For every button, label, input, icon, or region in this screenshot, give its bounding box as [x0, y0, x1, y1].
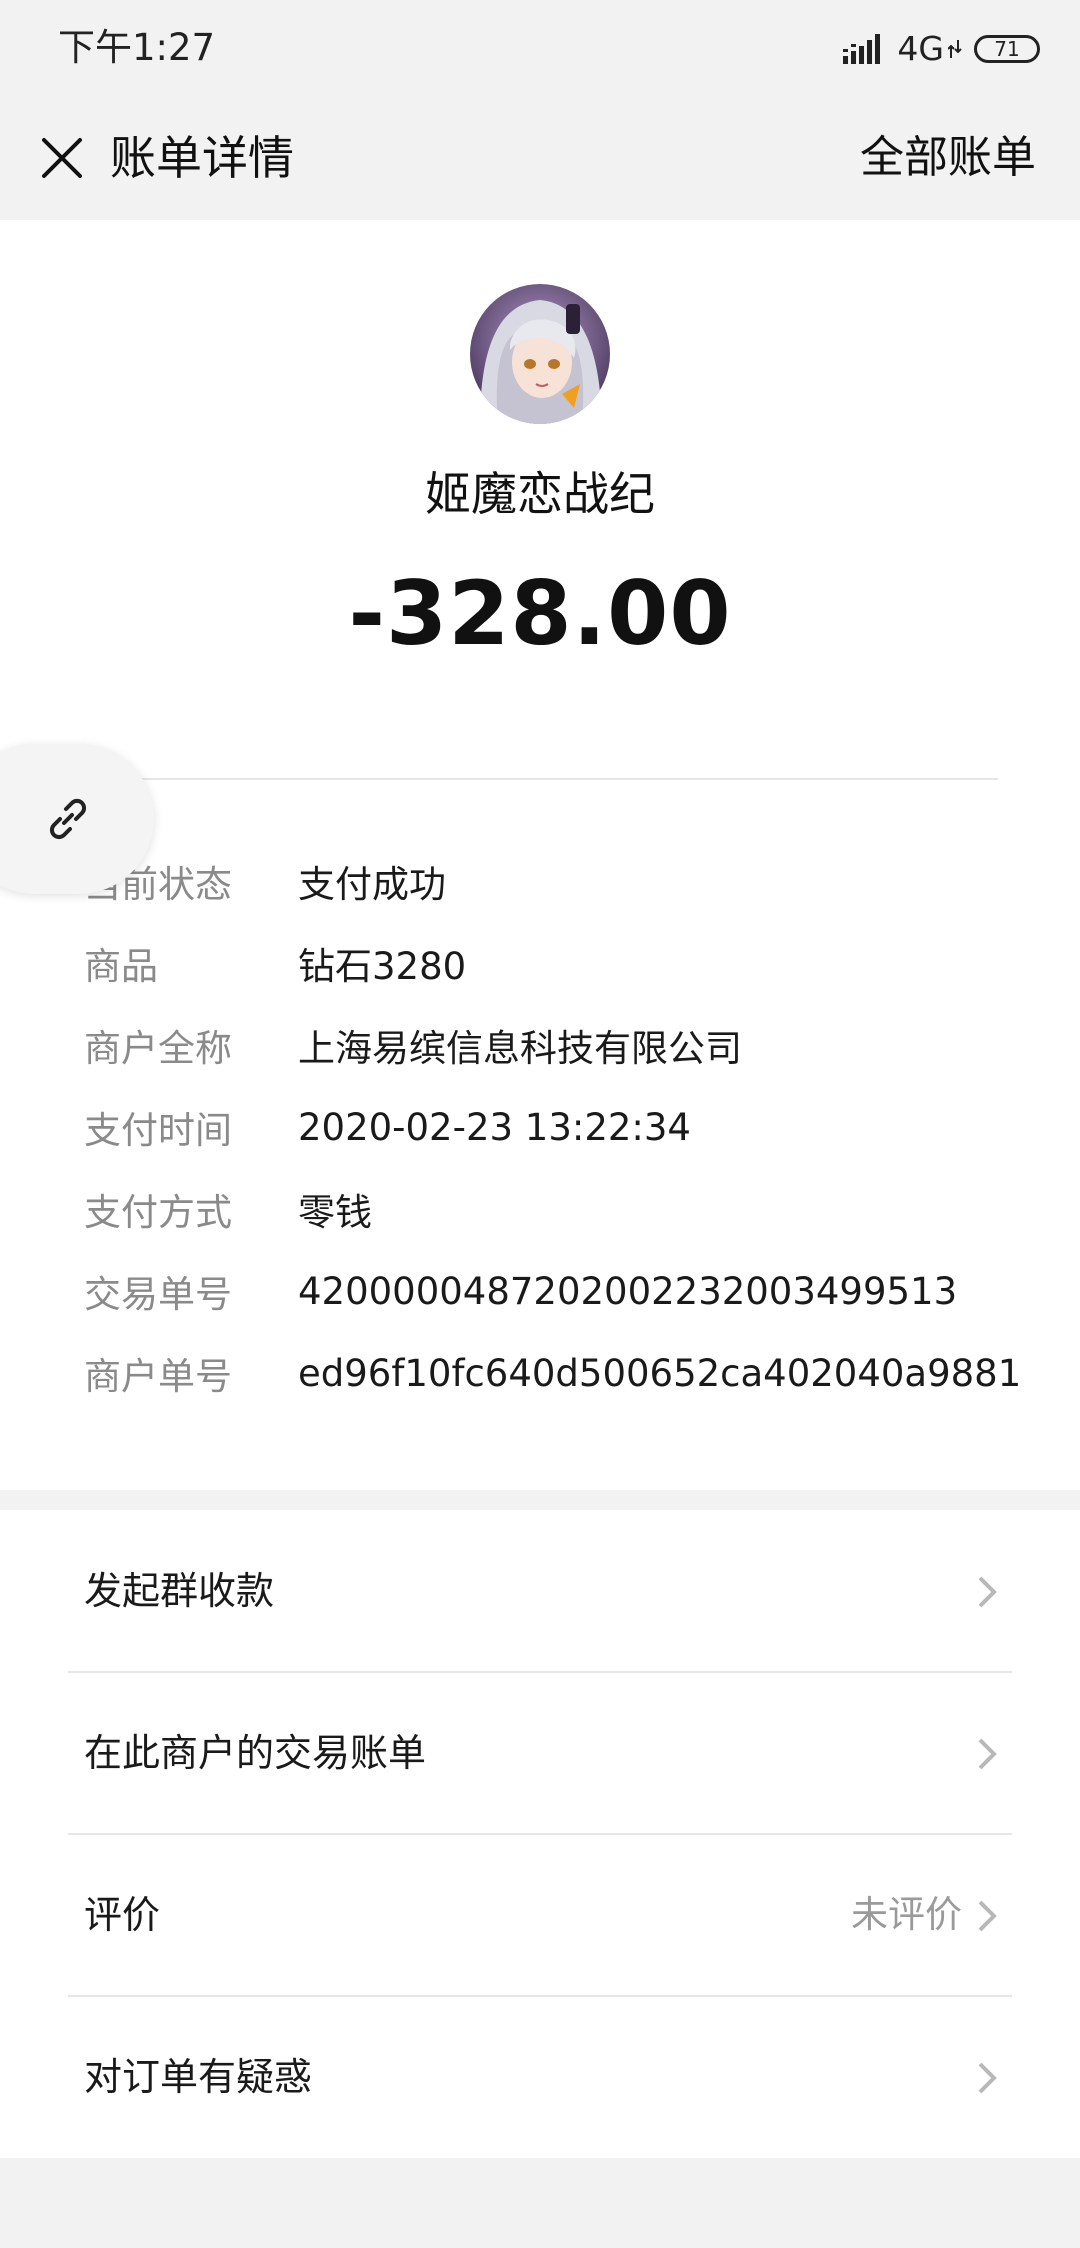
merchant-avatar	[470, 284, 610, 424]
detail-value[interactable]: 4200000487202002232003499513	[298, 1270, 957, 1313]
battery-icon: 71	[974, 35, 1040, 63]
detail-label: 商品	[84, 945, 158, 988]
divider	[68, 778, 998, 780]
review-status: 未评价	[851, 1893, 962, 1936]
action-label: 对订单有疑惑	[84, 2055, 313, 2099]
detail-value: 支付成功	[298, 863, 446, 906]
action-label: 评价	[84, 1893, 161, 1937]
nav-bar: 账单详情 全部账单	[0, 96, 1080, 220]
chevron-right-icon	[978, 1900, 997, 1932]
detail-row-product: 商品 钻石3280	[84, 922, 1064, 1004]
chevron-right-icon	[978, 1576, 997, 1608]
floating-link-button[interactable]	[0, 744, 154, 894]
detail-label: 交易单号	[84, 1273, 232, 1316]
page-title: 账单详情	[110, 131, 294, 185]
action-list: 发起群收款 在此商户的交易账单 评价 未评价 对订单有疑惑	[0, 1510, 1080, 2158]
battery-level: 71	[994, 37, 1020, 61]
detail-row-transaction-id: 交易单号 4200000487202002232003499513	[84, 1250, 1064, 1332]
bill-details: 当前状态 支付成功 商品 钻石3280 商户全称 上海易缤信息科技有限公司 支付…	[84, 840, 1064, 1414]
detail-value: 2020-02-23 13:22:34	[298, 1105, 691, 1149]
network-label: 4G	[897, 29, 944, 68]
detail-label: 支付时间	[84, 1109, 232, 1152]
detail-value: 上海易缤信息科技有限公司	[298, 1027, 742, 1070]
action-label: 在此商户的交易账单	[84, 1731, 427, 1775]
list-item-group-collection[interactable]: 发起群收款	[0, 1510, 1080, 1672]
detail-label: 商户单号	[84, 1355, 232, 1398]
close-button[interactable]	[26, 122, 98, 194]
detail-row-status: 当前状态 支付成功	[84, 840, 1064, 922]
link-icon	[49, 798, 87, 840]
detail-label: 支付方式	[84, 1191, 232, 1234]
chevron-right-icon	[978, 2062, 997, 2094]
detail-row-merchant-order-id: 商户单号 ed96f10fc640d500652ca402040a9881	[84, 1332, 1064, 1414]
list-item-order-question[interactable]: 对订单有疑惑	[0, 1996, 1080, 2158]
close-icon	[42, 138, 82, 178]
detail-row-time: 支付时间 2020-02-23 13:22:34	[84, 1086, 1064, 1168]
signal-icon	[843, 34, 881, 64]
detail-row-merchant: 商户全称 上海易缤信息科技有限公司	[84, 1004, 1064, 1086]
status-time: 下午1:27	[58, 26, 216, 69]
data-arrows-icon	[948, 40, 962, 58]
detail-row-method: 支付方式 零钱	[84, 1168, 1064, 1250]
detail-value[interactable]: ed96f10fc640d500652ca402040a9881	[298, 1352, 1021, 1395]
detail-value: 零钱	[298, 1191, 372, 1234]
payment-amount: -328.00	[348, 562, 732, 665]
detail-value: 钻石3280	[298, 945, 467, 988]
detail-label: 商户全称	[84, 1027, 232, 1070]
list-item-merchant-bills[interactable]: 在此商户的交易账单	[0, 1672, 1080, 1834]
merchant-name: 姬魔恋战纪	[425, 467, 655, 521]
list-item-review[interactable]: 评价 未评价	[0, 1834, 1080, 1996]
action-label: 发起群收款	[84, 1569, 275, 1613]
bill-summary-card: 姬魔恋战纪 -328.00 当前状态 支付成功 商品 钻石3280 商户全称 上…	[0, 220, 1080, 1490]
all-bills-button[interactable]: 全部账单	[860, 126, 1036, 190]
chevron-right-icon	[978, 1738, 997, 1770]
status-bar: 下午1:27 4G 71	[0, 0, 1080, 96]
status-icons: 4G 71	[843, 26, 1040, 72]
avatar-image	[470, 284, 610, 424]
